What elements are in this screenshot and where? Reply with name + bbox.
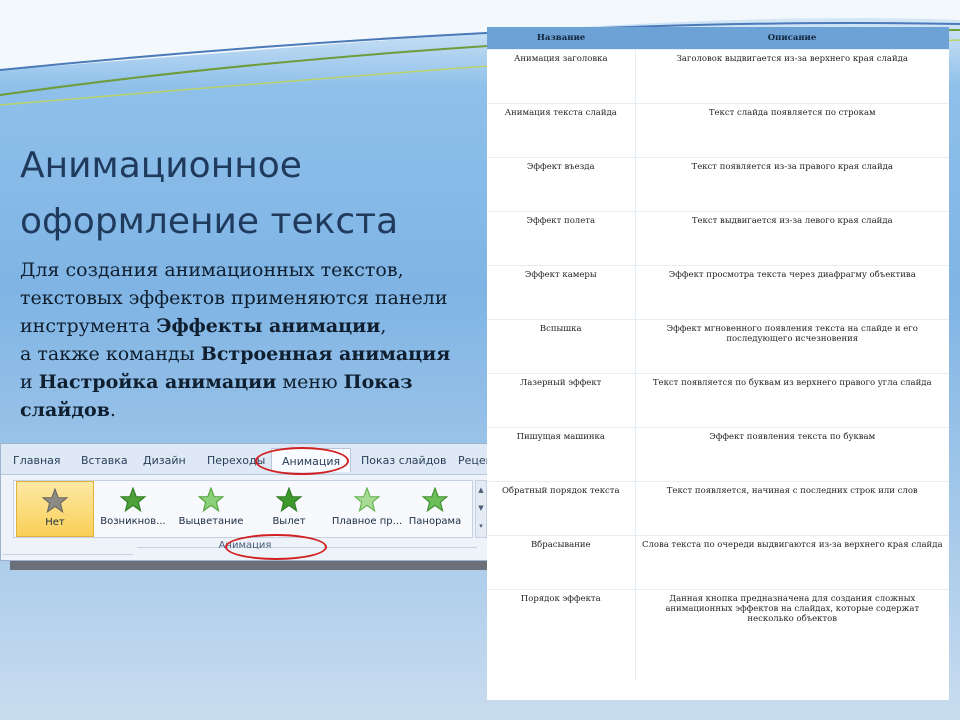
cell-effect-name: Лазерный эффект xyxy=(487,373,636,428)
bold-term-effects: Эффекты анимации xyxy=(156,315,381,337)
cell-effect-name: Вспышка xyxy=(487,319,636,374)
tab-insert[interactable]: Вставка xyxy=(81,454,128,467)
cell-effect-description: Слова текста по очереди выдвигаются из-з… xyxy=(635,535,949,590)
table-row: Анимация заголовка Заголовок выдвигается … xyxy=(487,49,949,104)
body-text-part: и xyxy=(20,371,39,393)
cell-effect-description: Текст появляется, начиная с последних ст… xyxy=(635,481,949,536)
slide-title: Анимационное оформление текста xyxy=(20,138,460,250)
cell-effect-name: Анимация заголовка xyxy=(487,49,636,104)
scroll-up-icon[interactable]: ▲ xyxy=(476,481,486,499)
star-fade-icon xyxy=(197,487,225,513)
ribbon-screenshot: Главная Вставка Дизайн Переходы Анимация… xyxy=(0,443,490,561)
table-row: Эффект полета Текст выдвигается из-за лев… xyxy=(487,211,949,266)
table-header-row: Название Описание xyxy=(487,27,949,50)
cell-effect-description: Текст появляется по буквам из верхнего п… xyxy=(635,373,949,428)
table-row: Анимация текста слайда Текст слайда появл… xyxy=(487,103,949,158)
animation-item-pan[interactable]: Панорама xyxy=(396,481,474,537)
header-name: Название xyxy=(487,27,635,50)
cell-effect-description: Заголовок выдвигается из-за верхнего кра… xyxy=(635,49,949,104)
animation-item-label: Выцветание xyxy=(178,516,244,527)
star-float-icon xyxy=(353,487,381,513)
star-pan-icon xyxy=(421,487,449,513)
animation-item-label: Нет xyxy=(45,517,65,528)
bold-term-custom: Настройка анимации xyxy=(38,371,277,393)
cell-effect-name: Эффект въезда xyxy=(487,157,636,212)
animation-item-label: Плавное пр... xyxy=(331,516,403,527)
cell-effect-name: Вбрасывание xyxy=(487,535,636,590)
cell-effect-name: Порядок эффекта xyxy=(487,589,636,680)
body-text-part: , xyxy=(380,315,387,337)
bold-term-builtin: Встроенная анимация xyxy=(200,343,451,365)
ribbon-tabs: Главная Вставка Дизайн Переходы Анимация… xyxy=(1,444,489,475)
star-appear-icon xyxy=(119,487,147,513)
gallery-scrollbar[interactable]: ▲ ▼ ▾ xyxy=(475,480,487,538)
highlight-oval-tab xyxy=(255,447,349,475)
animation-item-appear[interactable]: Возникнов... xyxy=(94,481,172,537)
animation-item-label: Возникнов... xyxy=(100,516,166,527)
highlight-oval-group xyxy=(225,534,327,560)
table-row: Вспышка Эффект мгновенного появления текс… xyxy=(487,319,949,374)
animation-item-fly[interactable]: Вылет xyxy=(250,481,328,537)
animation-gallery: Нет Возникнов... Выцветание Вылет Плавно… xyxy=(13,480,473,538)
body-text-part: меню xyxy=(276,371,344,393)
table-row: Пишущая машинка Эффект появления текста п… xyxy=(487,427,949,482)
tab-design[interactable]: Дизайн xyxy=(143,454,186,467)
body-text-part: а также команды xyxy=(20,343,201,365)
cell-effect-description: Текст выдвигается из-за левого края слай… xyxy=(635,211,949,266)
star-fly-icon xyxy=(275,487,303,513)
body-text-part: . xyxy=(109,399,116,421)
animation-item-label: Вылет xyxy=(272,516,306,527)
cell-effect-name: Эффект полета xyxy=(487,211,636,266)
table-row: Эффект камеры Эффект просмотра текста чер… xyxy=(487,265,949,320)
cell-effect-description: Текст появляется из-за правого края слай… xyxy=(635,157,949,212)
header-description: Описание xyxy=(635,27,949,50)
tab-home[interactable]: Главная xyxy=(13,454,61,467)
table-row: Порядок эффекта Данная кнопка предназначе… xyxy=(487,589,949,680)
scroll-down-icon[interactable]: ▼ xyxy=(476,499,486,517)
cell-effect-name: Анимация текста слайда xyxy=(487,103,636,158)
cell-effect-description: Текст слайда появляется по строкам xyxy=(635,103,949,158)
cell-effect-description: Данная кнопка предназначена для создания… xyxy=(635,589,949,680)
table-row: Обратный порядок текста Текст появляется,… xyxy=(487,481,949,536)
cell-effect-name: Обратный порядок текста xyxy=(487,481,636,536)
tab-review[interactable]: Реценз xyxy=(458,454,489,467)
title-line-1: Анимационное xyxy=(20,145,302,186)
title-line-2: оформление текста xyxy=(20,201,399,242)
cell-effect-description: Эффект появления текста по буквам xyxy=(635,427,949,482)
cell-effect-name: Пишущая машинка xyxy=(487,427,636,482)
slide-body-text: Для создания анимационных текстов, текст… xyxy=(20,256,490,424)
table-row: Эффект въезда Текст появляется из-за прав… xyxy=(487,157,949,212)
table-row: Лазерный эффект Текст появляется по буква… xyxy=(487,373,949,428)
animation-item-label: Панорама xyxy=(408,516,462,527)
animation-item-none[interactable]: Нет xyxy=(16,481,94,537)
animation-item-float[interactable]: Плавное пр... xyxy=(328,481,406,537)
cell-effect-description: Эффект просмотра текста через диафрагму … xyxy=(635,265,949,320)
table-row: Вбрасывание Слова текста по очереди выдви… xyxy=(487,535,949,590)
star-none-icon xyxy=(41,488,69,514)
animation-item-fade[interactable]: Выцветание xyxy=(172,481,250,537)
effects-table: Название Описание Анимация заголовка Заго… xyxy=(487,27,949,700)
cell-effect-description: Эффект мгновенного появления текста на с… xyxy=(635,319,949,374)
gallery-more-icon[interactable]: ▾ xyxy=(476,517,486,535)
tab-slideshow[interactable]: Показ слайдов xyxy=(361,454,447,467)
cell-effect-name: Эффект камеры xyxy=(487,265,636,320)
divider xyxy=(3,554,133,555)
